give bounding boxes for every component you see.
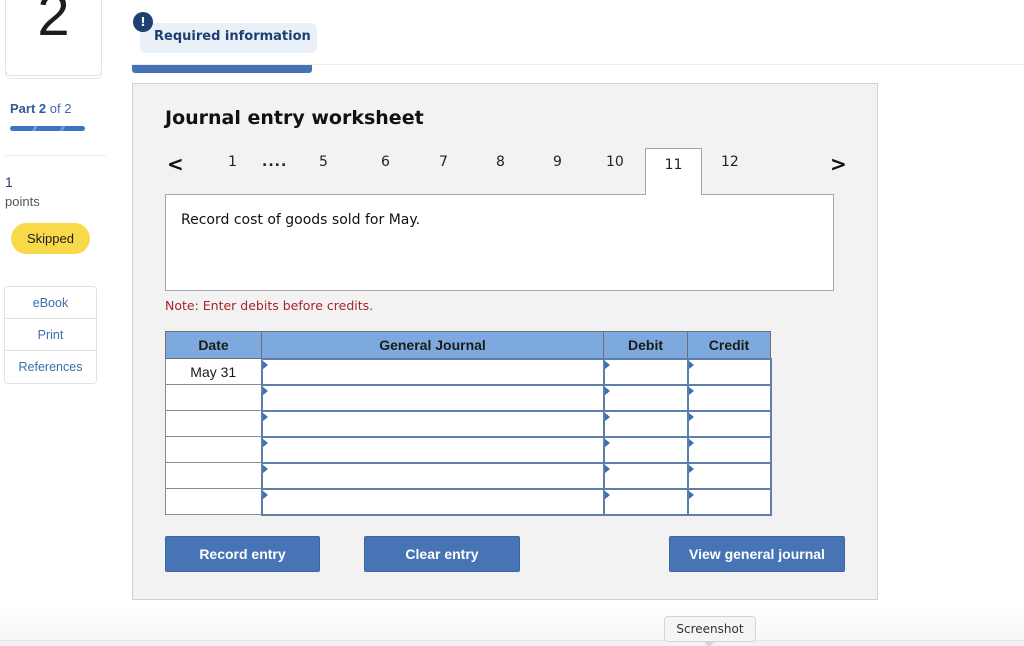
- part-word: Part: [10, 101, 36, 116]
- header-credit: Credit: [687, 331, 771, 359]
- points-label: points: [5, 194, 40, 209]
- part-indicator: Part 2 of 2: [10, 101, 71, 116]
- journal-row: May 31: [165, 357, 772, 386]
- credit-input[interactable]: [688, 490, 770, 513]
- footer-fade: [0, 610, 1024, 640]
- account-input[interactable]: [262, 438, 603, 461]
- journal-row: [165, 487, 772, 516]
- debit-cell: [602, 487, 689, 516]
- page-9[interactable]: 9: [553, 154, 562, 170]
- entry-pager: < 1 .... 5 6 7 8 9 10 11 12 >: [133, 146, 879, 195]
- account-cell: [260, 409, 605, 438]
- page-8[interactable]: 8: [496, 154, 505, 170]
- page-11: 11: [664, 157, 683, 173]
- debit-input[interactable]: [604, 360, 687, 383]
- date-cell: [165, 488, 262, 515]
- date-cell: [165, 384, 262, 411]
- debit-input[interactable]: [604, 386, 687, 409]
- debit-input[interactable]: [604, 464, 687, 487]
- debit-cell: [602, 357, 689, 386]
- screenshot-tooltip: Screenshot: [664, 616, 756, 646]
- page-11-active-tab[interactable]: 11: [645, 148, 702, 195]
- active-tab-indicator: [132, 65, 312, 73]
- chevron-left-icon[interactable]: <: [167, 152, 184, 176]
- account-input[interactable]: [262, 412, 603, 435]
- credit-cell: [686, 357, 772, 386]
- question-number-card: 2: [5, 0, 102, 76]
- tab-required-information[interactable]: Required information: [140, 23, 317, 53]
- page-ellipsis: ....: [262, 154, 288, 170]
- date-cell: [165, 410, 262, 437]
- tool-references-link[interactable]: References: [5, 351, 96, 383]
- credit-input[interactable]: [688, 360, 770, 383]
- clear-entry-button[interactable]: Clear entry: [364, 536, 520, 572]
- chevron-right-icon[interactable]: >: [830, 152, 847, 176]
- tool-ebook-link[interactable]: eBook: [5, 287, 96, 319]
- account-cell: [260, 357, 605, 386]
- account-cell: [260, 487, 605, 516]
- footer-bar: [0, 640, 1024, 646]
- date-cell: [165, 462, 262, 489]
- record-entry-button[interactable]: Record entry: [165, 536, 320, 572]
- part-progress-bar: [10, 126, 85, 131]
- credit-cell: [686, 487, 772, 516]
- status-badge: Skipped: [11, 223, 90, 254]
- debit-cell: [602, 409, 689, 438]
- journal-row: [165, 461, 772, 490]
- credit-input[interactable]: [688, 412, 770, 435]
- alert-icon: !: [133, 12, 153, 32]
- account-cell: [260, 383, 605, 412]
- journal-worksheet-panel: Journal entry worksheet < 1 .... 5 6 7 8…: [132, 83, 878, 600]
- part-total: of 2: [49, 101, 72, 116]
- header-general-journal: General Journal: [261, 331, 604, 359]
- account-input[interactable]: [262, 490, 603, 513]
- account-cell: [260, 461, 605, 490]
- credit-input[interactable]: [688, 386, 770, 409]
- points-value: 1: [5, 174, 13, 190]
- date-cell: [165, 436, 262, 463]
- transaction-prompt-box: Record cost of goods sold for May.: [165, 194, 834, 291]
- journal-row: [165, 383, 772, 412]
- entry-note: Note: Enter debits before credits.: [165, 298, 374, 313]
- credit-cell: [686, 383, 772, 412]
- credit-cell: [686, 435, 772, 464]
- debit-cell: [602, 383, 689, 412]
- worksheet-title: Journal entry worksheet: [165, 107, 424, 129]
- journal-row: [165, 435, 772, 464]
- credit-input[interactable]: [688, 464, 770, 487]
- page-7[interactable]: 7: [439, 154, 448, 170]
- view-general-journal-button[interactable]: View general journal: [669, 536, 845, 572]
- header-debit: Debit: [603, 331, 688, 359]
- page-5[interactable]: 5: [319, 154, 328, 170]
- page-1[interactable]: 1: [228, 154, 237, 170]
- tool-print-link[interactable]: Print: [5, 319, 96, 351]
- journal-table: Date General Journal Debit Credit May 31: [165, 331, 772, 516]
- account-input[interactable]: [262, 360, 603, 383]
- tools-menu: eBook Print References: [4, 286, 97, 384]
- header-date: Date: [165, 331, 262, 359]
- account-input[interactable]: [262, 386, 603, 409]
- account-input[interactable]: [262, 464, 603, 487]
- rail-divider: [5, 155, 106, 156]
- journal-header-row: Date General Journal Debit Credit: [165, 331, 771, 359]
- credit-cell: [686, 461, 772, 490]
- journal-row: [165, 409, 772, 438]
- account-cell: [260, 435, 605, 464]
- part-current: 2: [38, 101, 47, 116]
- debit-input[interactable]: [604, 438, 687, 461]
- debit-input[interactable]: [604, 412, 687, 435]
- debit-cell: [602, 461, 689, 490]
- transaction-prompt: Record cost of goods sold for May.: [181, 212, 421, 228]
- page-10[interactable]: 10: [606, 154, 624, 170]
- page-6[interactable]: 6: [381, 154, 390, 170]
- question-number: 2: [37, 0, 70, 48]
- page-12[interactable]: 12: [721, 154, 739, 170]
- debit-cell: [602, 435, 689, 464]
- date-cell: May 31: [165, 358, 262, 385]
- debit-input[interactable]: [604, 490, 687, 513]
- credit-cell: [686, 409, 772, 438]
- credit-input[interactable]: [688, 438, 770, 461]
